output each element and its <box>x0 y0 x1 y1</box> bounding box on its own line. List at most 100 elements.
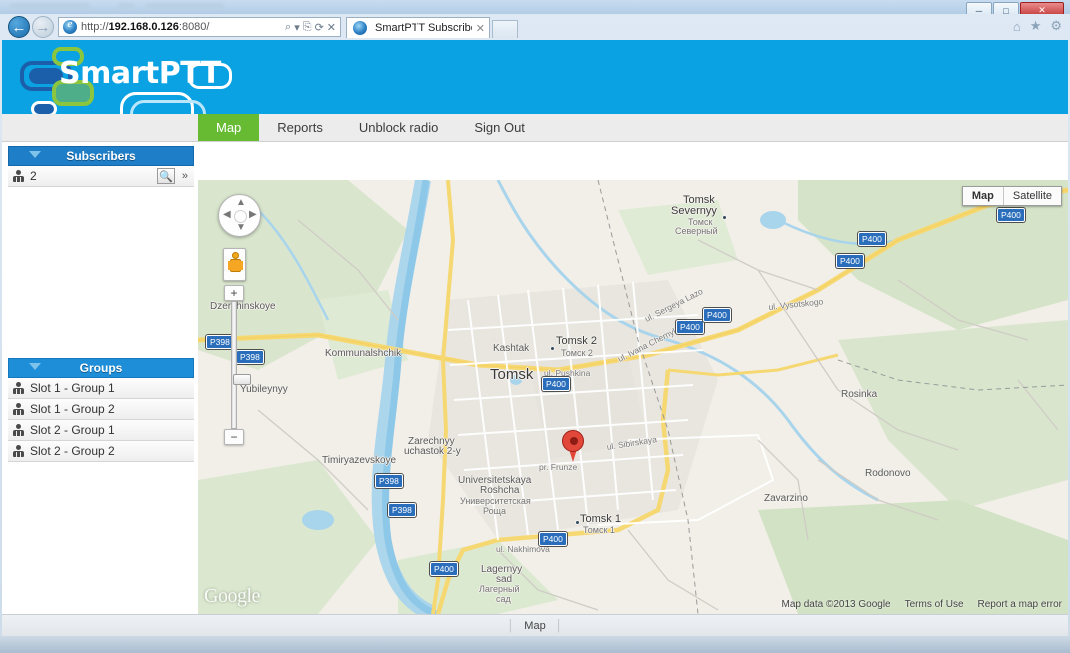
status-bar: │ Map │ <box>2 614 1068 636</box>
group-row[interactable]: Slot 2 - Group 1 <box>8 420 194 441</box>
road-shield: P400 <box>539 532 567 546</box>
road-shield: P400 <box>703 308 731 322</box>
window-controls: ─ □ ✕ <box>966 2 1064 14</box>
chevron-down-icon[interactable] <box>29 151 41 158</box>
logo-shape-white-swoosh-2 <box>130 100 206 114</box>
url-host: 192.168.0.126 <box>109 21 179 33</box>
zoom-out-button[interactable]: − <box>224 429 244 445</box>
zoom-slider-track[interactable] <box>231 301 237 429</box>
road-shield: P398 <box>375 474 403 488</box>
map-label-timiryazevskoye: Timiryazevskoye <box>322 455 396 466</box>
ie-favicon-icon <box>63 20 77 34</box>
road-shield: P400 <box>836 254 864 268</box>
refresh-icon[interactable]: ⟳ <box>315 21 324 34</box>
zoom-in-button[interactable]: + <box>224 285 244 301</box>
subscribers-panel: Subscribers 2 🔍 » <box>8 146 194 187</box>
browser-tab[interactable]: SmartPTT Subscribers ✕ <box>346 17 490 38</box>
back-button[interactable]: ← <box>8 16 30 38</box>
forward-button[interactable]: → <box>32 16 54 38</box>
browser-window: ─ □ ✕ ← → http://192.168.0.126:8080/ ⌕ ▾… <box>0 0 1070 653</box>
pan-down-icon[interactable]: ▼ <box>236 222 246 233</box>
map-tiles <box>198 180 1068 614</box>
window-bottom-edge <box>0 636 1070 653</box>
status-text: Map <box>524 620 545 632</box>
subscriber-marker[interactable] <box>562 430 584 464</box>
url-suffix: :8080/ <box>179 21 210 33</box>
pegman-icon[interactable] <box>223 248 246 281</box>
address-bar-url: http://192.168.0.126:8080/ <box>81 21 285 33</box>
status-separator-left: │ <box>507 620 514 632</box>
map-label-tomsk-1: Tomsk 1 <box>580 513 621 525</box>
report-map-error-link[interactable]: Report a map error <box>978 599 1062 610</box>
pan-left-icon[interactable]: ◀ <box>223 209 231 220</box>
pan-center-icon[interactable] <box>234 210 247 223</box>
map-view[interactable]: Tomsk Tomsk 2 Томск 2 Tomsk 1 Томск 1 To… <box>198 180 1068 614</box>
nav-item-unblock-radio[interactable]: Unblock radio <box>341 114 457 141</box>
person-icon <box>12 170 25 183</box>
pegman-head <box>232 252 239 259</box>
zoom-control[interactable]: + − <box>224 285 244 445</box>
map-data-credit: Map data ©2013 Google <box>781 599 890 610</box>
person-icon <box>12 445 25 458</box>
title-bar-ghost-icon <box>118 3 134 10</box>
group-row[interactable]: Slot 2 - Group 2 <box>8 441 194 462</box>
browser-tool-icons: ⌂ ★ ⚙ <box>1013 18 1062 34</box>
map-type-control[interactable]: Map Satellite <box>962 186 1062 206</box>
map-label-tomsk-2-cyr: Томск 2 <box>561 348 593 358</box>
map-label-severnyy: Severnyy <box>671 205 717 217</box>
expand-icon[interactable]: » <box>180 170 190 182</box>
home-icon[interactable]: ⌂ <box>1013 19 1021 34</box>
pan-control[interactable]: ▲ ▼ ◀ ▶ <box>218 194 261 237</box>
map-label-roshcha: Roshcha <box>480 485 519 496</box>
road-shield: P398 <box>388 503 416 517</box>
map-label-yubileynyy: Yubileynyy <box>240 384 288 395</box>
nav-item-reports[interactable]: Reports <box>259 114 341 141</box>
title-bar-ghost-text <box>10 3 90 10</box>
map-label-tomsk-2: Tomsk 2 <box>556 335 597 347</box>
person-icon <box>12 382 25 395</box>
zoom-slider-thumb[interactable] <box>233 374 251 385</box>
road-shield: P400 <box>430 562 458 576</box>
maximize-button[interactable]: □ <box>993 2 1019 14</box>
stop-icon[interactable]: ✕ <box>327 21 336 34</box>
group-row[interactable]: Slot 1 - Group 2 <box>8 399 194 420</box>
pan-right-icon[interactable]: ▶ <box>249 209 257 220</box>
map-label-sad-cyr: сад <box>496 594 511 604</box>
map-attribution: Map data ©2013 Google Terms of Use Repor… <box>781 599 1062 610</box>
subscribers-panel-header[interactable]: Subscribers <box>8 146 194 166</box>
pan-up-icon[interactable]: ▲ <box>236 197 246 208</box>
subscriber-label: 2 <box>30 169 152 183</box>
address-bar[interactable]: http://192.168.0.126:8080/ ⌕ ▾ ⎘ ⟳ ✕ <box>58 17 341 37</box>
map-label-universitetskaya-cyr: Университетская <box>460 496 531 506</box>
chevron-down-icon[interactable]: ▾ <box>294 21 300 34</box>
map-label-roshcha-cyr: Роща <box>483 506 506 516</box>
tab-favicon-icon <box>353 21 367 35</box>
main-nav: Map Reports Unblock radio Sign Out <box>2 114 1068 142</box>
minimize-button[interactable]: ─ <box>966 2 992 14</box>
nav-item-sign-out[interactable]: Sign Out <box>456 114 543 141</box>
groups-panel-header[interactable]: Groups <box>8 358 194 378</box>
groups-panel: Groups Slot 1 - Group 1 Slot 1 - Group 2… <box>8 358 194 462</box>
close-button[interactable]: ✕ <box>1020 2 1064 14</box>
search-icon[interactable]: 🔍 <box>157 168 175 184</box>
road-shield: P400 <box>997 208 1025 222</box>
map-label-kommunalshchik: Kommunalshchik <box>325 348 401 359</box>
road-shield: P400 <box>542 377 570 391</box>
subscriber-row[interactable]: 2 🔍 » <box>8 166 194 187</box>
new-tab-button[interactable] <box>492 20 518 38</box>
person-icon <box>12 403 25 416</box>
map-type-map[interactable]: Map <box>963 187 1003 205</box>
compat-view-icon[interactable]: ⎘ <box>303 21 312 34</box>
person-icon <box>12 424 25 437</box>
chevron-down-icon[interactable] <box>29 363 41 370</box>
nav-item-map[interactable]: Map <box>198 114 259 141</box>
map-type-satellite[interactable]: Satellite <box>1003 187 1061 205</box>
favorites-icon[interactable]: ★ <box>1030 18 1042 34</box>
address-bar-icons: ⌕ ▾ ⎘ ⟳ ✕ <box>285 21 338 34</box>
search-icon[interactable]: ⌕ <box>285 21 291 34</box>
tools-icon[interactable]: ⚙ <box>1050 18 1062 34</box>
group-row[interactable]: Slot 1 - Group 1 <box>8 378 194 399</box>
city-dot <box>550 346 555 351</box>
terms-of-use-link[interactable]: Terms of Use <box>905 599 964 610</box>
brand-name: SmartPTT <box>59 56 221 91</box>
